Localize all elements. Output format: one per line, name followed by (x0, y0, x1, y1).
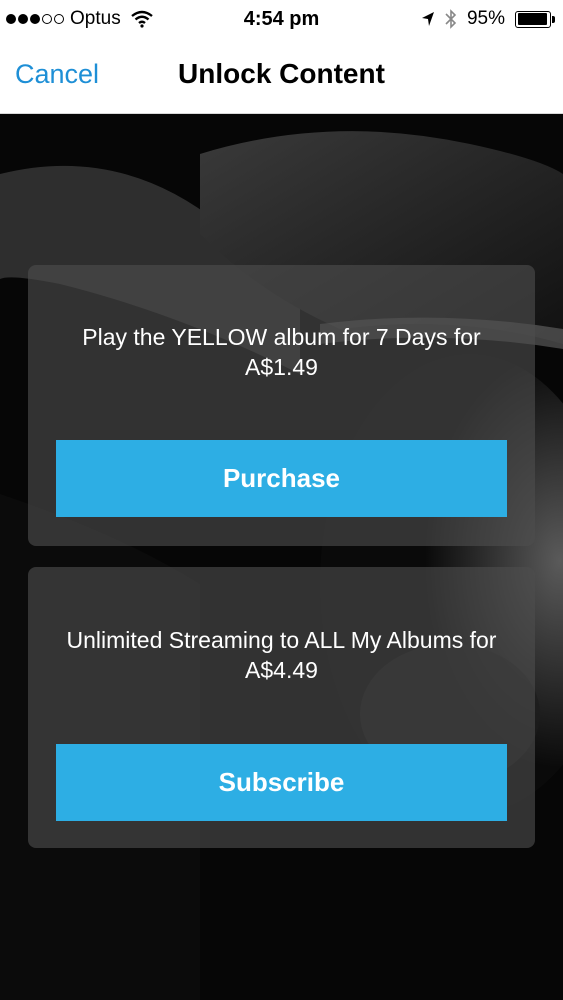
status-right: 95% (421, 8, 555, 30)
location-arrow-icon (421, 12, 434, 26)
battery-tip (552, 15, 555, 23)
bluetooth-icon (445, 9, 457, 29)
battery-percentage: 95% (466, 8, 505, 29)
purchase-button[interactable]: Purchase (56, 440, 507, 517)
battery-body (515, 10, 551, 28)
page-title: Unlock Content (178, 58, 385, 89)
battery-fill (517, 13, 547, 25)
offer-card-album: Play the YELLOW album for 7 Days for A$1… (28, 265, 535, 546)
status-bar: Optus 4:54 pm 95% (0, 0, 563, 38)
content-area: Play the YELLOW album for 7 Days for A$1… (0, 114, 563, 1000)
offer-description: Play the YELLOW album for 7 Days for A$1… (82, 324, 481, 380)
artist-photo-background (0, 114, 563, 1000)
offer-card-subscription: Unlimited Streaming to ALL My Albums for… (28, 567, 535, 848)
battery-icon (515, 10, 555, 28)
subscribe-button[interactable]: Subscribe (56, 744, 507, 821)
navigation-bar: Cancel Unlock Content (0, 38, 563, 114)
offer-description: Unlimited Streaming to ALL My Albums for… (66, 627, 497, 683)
